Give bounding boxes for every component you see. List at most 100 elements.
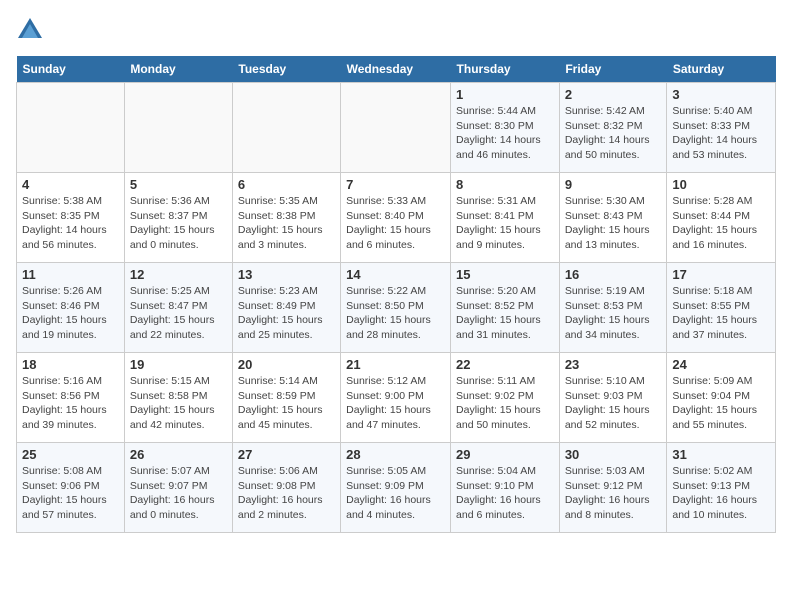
day-number: 22 xyxy=(456,357,554,372)
day-info: Sunrise: 5:26 AM Sunset: 8:46 PM Dayligh… xyxy=(22,284,119,343)
day-number: 7 xyxy=(346,177,445,192)
logo xyxy=(16,16,48,44)
day-info: Sunrise: 5:28 AM Sunset: 8:44 PM Dayligh… xyxy=(672,194,770,253)
calendar-cell: 14 Sunrise: 5:22 AM Sunset: 8:50 PM Dayli… xyxy=(341,263,451,353)
day-number: 21 xyxy=(346,357,445,372)
day-info: Sunrise: 5:19 AM Sunset: 8:53 PM Dayligh… xyxy=(565,284,662,343)
calendar-cell: 10Sunrise: 5:28 AM Sunset: 8:44 PM Dayli… xyxy=(667,173,776,263)
day-number: 24 xyxy=(672,357,770,372)
calendar-cell: 11 Sunrise: 5:26 AM Sunset: 8:46 PM Dayli… xyxy=(17,263,125,353)
day-info: Sunrise: 5:04 AM Sunset: 9:10 PM Dayligh… xyxy=(456,464,554,523)
calendar-cell: 2 Sunrise: 5:42 AM Sunset: 8:32 PM Daylig… xyxy=(559,83,667,173)
days-header-row: SundayMondayTuesdayWednesdayThursdayFrid… xyxy=(17,56,776,83)
day-number: 2 xyxy=(565,87,662,102)
day-number: 27 xyxy=(238,447,335,462)
calendar-cell: 5 Sunrise: 5:36 AM Sunset: 8:37 PM Daylig… xyxy=(124,173,232,263)
day-info: Sunrise: 5:06 AM Sunset: 9:08 PM Dayligh… xyxy=(238,464,335,523)
calendar-cell: 23 Sunrise: 5:10 AM Sunset: 9:03 PM Dayli… xyxy=(559,353,667,443)
day-info: Sunrise: 5:22 AM Sunset: 8:50 PM Dayligh… xyxy=(346,284,445,343)
calendar-cell: 3Sunrise: 5:40 AM Sunset: 8:33 PM Daylig… xyxy=(667,83,776,173)
day-header-thursday: Thursday xyxy=(451,56,560,83)
day-info: Sunrise: 5:35 AM Sunset: 8:38 PM Dayligh… xyxy=(238,194,335,253)
day-header-wednesday: Wednesday xyxy=(341,56,451,83)
calendar-cell: 31 Sunrise: 5:02 AM Sunset: 9:13 PM Dayli… xyxy=(667,443,776,533)
day-info: Sunrise: 5:11 AM Sunset: 9:02 PM Dayligh… xyxy=(456,374,554,433)
day-number: 1 xyxy=(456,87,554,102)
day-number: 16 xyxy=(565,267,662,282)
calendar-cell: 26 Sunrise: 5:07 AM Sunset: 9:07 PM Dayli… xyxy=(124,443,232,533)
day-info: Sunrise: 5:23 AM Sunset: 8:49 PM Dayligh… xyxy=(238,284,335,343)
day-number: 11 xyxy=(22,267,119,282)
calendar-cell: 21Sunrise: 5:12 AM Sunset: 9:00 PM Dayli… xyxy=(341,353,451,443)
calendar-cell: 29 Sunrise: 5:04 AM Sunset: 9:10 PM Dayli… xyxy=(451,443,560,533)
day-number: 23 xyxy=(565,357,662,372)
day-number: 26 xyxy=(130,447,227,462)
week-row-5: 25Sunrise: 5:08 AM Sunset: 9:06 PM Dayli… xyxy=(17,443,776,533)
day-info: Sunrise: 5:02 AM Sunset: 9:13 PM Dayligh… xyxy=(672,464,770,523)
day-info: Sunrise: 5:42 AM Sunset: 8:32 PM Dayligh… xyxy=(565,104,662,163)
calendar-cell xyxy=(232,83,340,173)
day-number: 15 xyxy=(456,267,554,282)
calendar-cell: 25Sunrise: 5:08 AM Sunset: 9:06 PM Dayli… xyxy=(17,443,125,533)
day-number: 12 xyxy=(130,267,227,282)
day-number: 8 xyxy=(456,177,554,192)
day-info: Sunrise: 5:40 AM Sunset: 8:33 PM Dayligh… xyxy=(672,104,770,163)
calendar-cell: 15 Sunrise: 5:20 AM Sunset: 8:52 PM Dayli… xyxy=(451,263,560,353)
week-row-4: 18 Sunrise: 5:16 AM Sunset: 8:56 PM Dayli… xyxy=(17,353,776,443)
day-header-saturday: Saturday xyxy=(667,56,776,83)
day-info: Sunrise: 5:20 AM Sunset: 8:52 PM Dayligh… xyxy=(456,284,554,343)
day-number: 9 xyxy=(565,177,662,192)
day-header-monday: Monday xyxy=(124,56,232,83)
calendar-cell: 28Sunrise: 5:05 AM Sunset: 9:09 PM Dayli… xyxy=(341,443,451,533)
day-number: 6 xyxy=(238,177,335,192)
day-number: 31 xyxy=(672,447,770,462)
day-info: Sunrise: 5:36 AM Sunset: 8:37 PM Dayligh… xyxy=(130,194,227,253)
day-info: Sunrise: 5:30 AM Sunset: 8:43 PM Dayligh… xyxy=(565,194,662,253)
day-number: 17 xyxy=(672,267,770,282)
calendar-cell: 30 Sunrise: 5:03 AM Sunset: 9:12 PM Dayli… xyxy=(559,443,667,533)
day-info: Sunrise: 5:03 AM Sunset: 9:12 PM Dayligh… xyxy=(565,464,662,523)
day-header-sunday: Sunday xyxy=(17,56,125,83)
week-row-2: 4 Sunrise: 5:38 AM Sunset: 8:35 PM Daylig… xyxy=(17,173,776,263)
calendar-cell xyxy=(124,83,232,173)
calendar-cell: 7 Sunrise: 5:33 AM Sunset: 8:40 PM Daylig… xyxy=(341,173,451,263)
day-number: 13 xyxy=(238,267,335,282)
day-info: Sunrise: 5:44 AM Sunset: 8:30 PM Dayligh… xyxy=(456,104,554,163)
calendar-cell: 9 Sunrise: 5:30 AM Sunset: 8:43 PM Daylig… xyxy=(559,173,667,263)
day-number: 29 xyxy=(456,447,554,462)
calendar-cell: 16 Sunrise: 5:19 AM Sunset: 8:53 PM Dayli… xyxy=(559,263,667,353)
day-number: 30 xyxy=(565,447,662,462)
day-number: 18 xyxy=(22,357,119,372)
day-number: 14 xyxy=(346,267,445,282)
day-header-friday: Friday xyxy=(559,56,667,83)
calendar-cell: 18 Sunrise: 5:16 AM Sunset: 8:56 PM Dayli… xyxy=(17,353,125,443)
day-info: Sunrise: 5:14 AM Sunset: 8:59 PM Dayligh… xyxy=(238,374,335,433)
day-info: Sunrise: 5:07 AM Sunset: 9:07 PM Dayligh… xyxy=(130,464,227,523)
calendar-cell xyxy=(341,83,451,173)
day-info: Sunrise: 5:38 AM Sunset: 8:35 PM Dayligh… xyxy=(22,194,119,253)
day-number: 5 xyxy=(130,177,227,192)
day-info: Sunrise: 5:25 AM Sunset: 8:47 PM Dayligh… xyxy=(130,284,227,343)
calendar-cell: 12 Sunrise: 5:25 AM Sunset: 8:47 PM Dayli… xyxy=(124,263,232,353)
calendar-cell: 20 Sunrise: 5:14 AM Sunset: 8:59 PM Dayli… xyxy=(232,353,340,443)
day-info: Sunrise: 5:33 AM Sunset: 8:40 PM Dayligh… xyxy=(346,194,445,253)
day-info: Sunrise: 5:09 AM Sunset: 9:04 PM Dayligh… xyxy=(672,374,770,433)
day-number: 20 xyxy=(238,357,335,372)
day-info: Sunrise: 5:10 AM Sunset: 9:03 PM Dayligh… xyxy=(565,374,662,433)
calendar-cell: 4 Sunrise: 5:38 AM Sunset: 8:35 PM Daylig… xyxy=(17,173,125,263)
calendar-cell: 8 Sunrise: 5:31 AM Sunset: 8:41 PM Daylig… xyxy=(451,173,560,263)
day-number: 19 xyxy=(130,357,227,372)
day-header-tuesday: Tuesday xyxy=(232,56,340,83)
week-row-1: 1 Sunrise: 5:44 AM Sunset: 8:30 PM Daylig… xyxy=(17,83,776,173)
day-info: Sunrise: 5:18 AM Sunset: 8:55 PM Dayligh… xyxy=(672,284,770,343)
day-number: 28 xyxy=(346,447,445,462)
day-info: Sunrise: 5:15 AM Sunset: 8:58 PM Dayligh… xyxy=(130,374,227,433)
calendar-cell: 24 Sunrise: 5:09 AM Sunset: 9:04 PM Dayli… xyxy=(667,353,776,443)
day-number: 4 xyxy=(22,177,119,192)
calendar-cell: 22 Sunrise: 5:11 AM Sunset: 9:02 PM Dayli… xyxy=(451,353,560,443)
day-number: 25 xyxy=(22,447,119,462)
day-info: Sunrise: 5:16 AM Sunset: 8:56 PM Dayligh… xyxy=(22,374,119,433)
calendar-cell xyxy=(17,83,125,173)
day-info: Sunrise: 5:31 AM Sunset: 8:41 PM Dayligh… xyxy=(456,194,554,253)
calendar-cell: 1 Sunrise: 5:44 AM Sunset: 8:30 PM Daylig… xyxy=(451,83,560,173)
